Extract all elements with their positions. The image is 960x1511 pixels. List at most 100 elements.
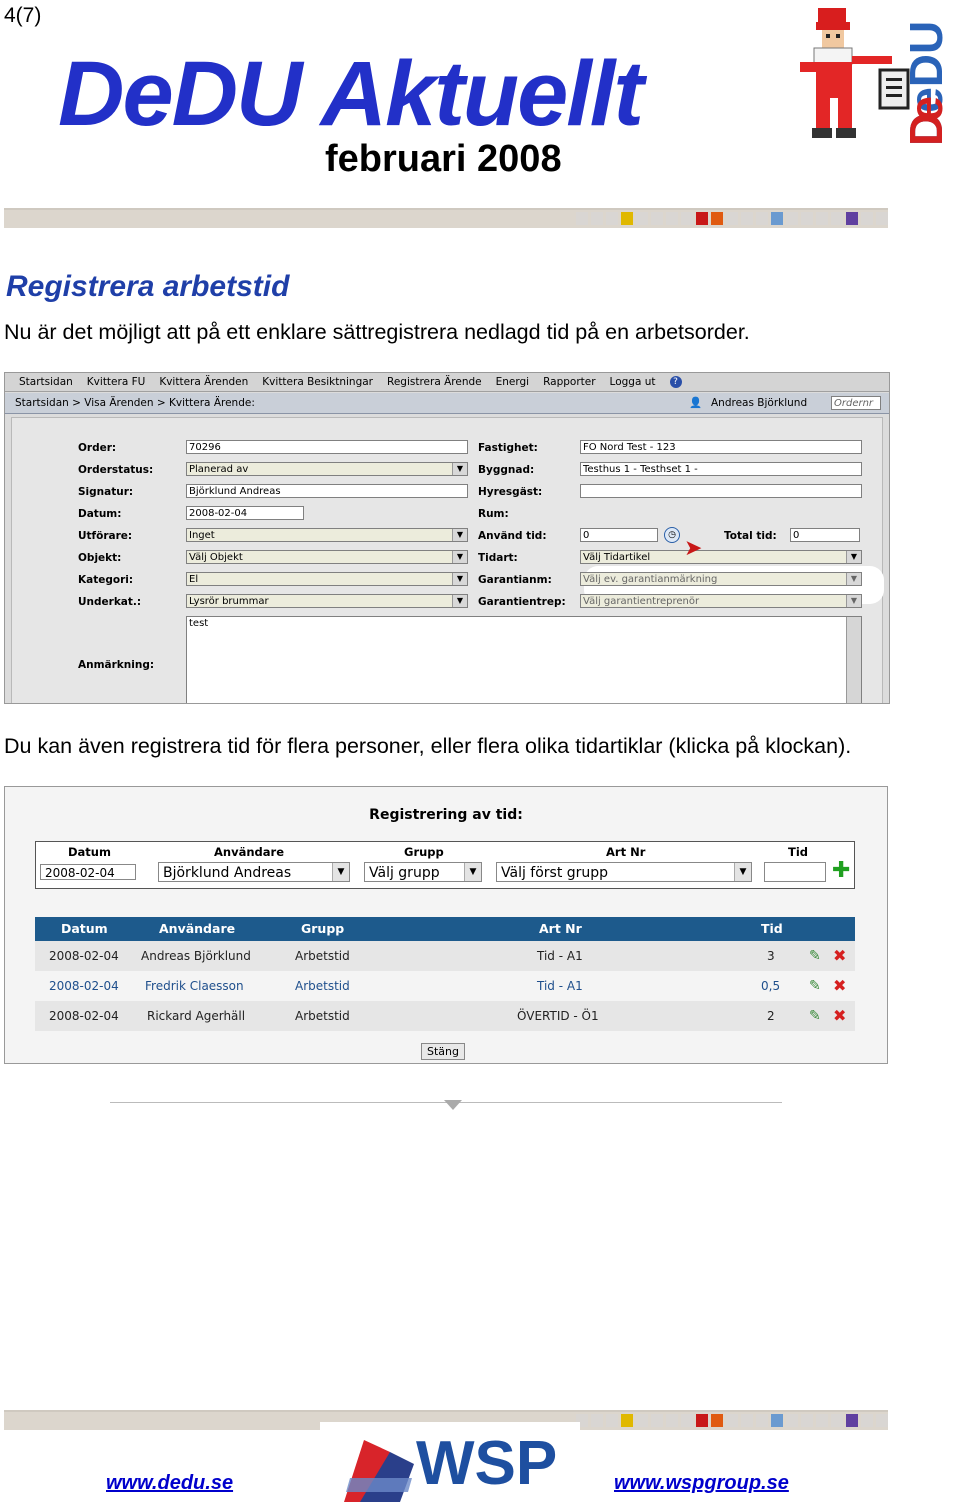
second-paragraph: Du kan även registrera tid för flera per… [4,734,852,758]
issue-date: februari 2008 [325,138,562,180]
kategori-select[interactable]: El ▼ [186,572,468,586]
artnr-value: Välj först grupp [501,865,609,881]
header-anvandare: Användare [214,845,284,859]
chevron-down-icon: ▼ [452,595,467,607]
kategori-value: El [189,574,199,585]
hyresgast-label: Hyresgäst: [478,486,543,498]
utforare-value: Inget [189,530,215,541]
datum-input[interactable]: 2008-02-04 [40,864,136,880]
underkat-select[interactable]: Lysrör brummar ▼ [186,594,468,608]
total-tid-field[interactable]: 0 [790,528,860,542]
hyresgast-field[interactable] [580,484,862,498]
delete-icon[interactable]: ✖ [833,971,846,1001]
objekt-label: Objekt: [78,552,122,564]
breadcrumb-text: Startsidan > Visa Ärenden > Kvittera Äre… [15,397,255,409]
menu-energi[interactable]: Energi [496,376,529,388]
grupp-value: Välj grupp [369,865,440,881]
objekt-value: Välj Objekt [189,552,243,563]
grupp-select[interactable]: Välj grupp ▼ [364,862,482,882]
orderstatus-label: Orderstatus: [78,464,154,476]
user-icon: 👤 [689,397,703,409]
total-tid-label: Total tid: [724,530,777,542]
garantientrep-label: Garantientrep: [478,596,566,608]
anmarkning-value: test [189,618,209,629]
divider-marker [444,1100,462,1110]
menu-kvittera-arenden[interactable]: Kvittera Ärenden [159,376,248,388]
fastighet-label: Fastighet: [478,442,538,454]
kvittera-arende-screenshot: Startsidan Kvittera FU Kvittera Ärenden … [4,372,890,704]
col-tid: Tid [761,921,783,936]
add-icon[interactable]: ✚ [832,860,850,882]
chevron-down-icon: ▼ [846,595,861,607]
rum-label: Rum: [478,508,509,520]
cursor-icon: ➤ [684,536,703,561]
menu-kvittera-fu[interactable]: Kvittera FU [87,376,146,388]
chevron-down-icon: ▼ [846,573,861,585]
anvand-tid-field[interactable]: 0 [580,528,658,542]
user-name: Andreas Björklund [711,397,808,409]
wsp-logo-text: WSP [416,1429,557,1498]
objekt-select[interactable]: Välj Objekt ▼ [186,550,468,564]
anvand-tid-label: Använd tid: [478,530,547,542]
delete-icon[interactable]: ✖ [833,941,846,971]
order-form: Order: 70296 Orderstatus: Planerad av ▼ S… [11,417,884,703]
menu-registrera-arende[interactable]: Registrera Ärende [387,376,482,388]
row-datum: 2008-02-04 [49,949,119,963]
row-artnr: Tid - A1 [537,949,583,963]
utforare-select[interactable]: Inget ▼ [186,528,468,542]
row-grupp: Arbetstid [295,979,350,993]
clock-icon[interactable]: ◷ [664,527,680,543]
byggnad-field[interactable]: Testhus 1 - Testhset 1 - [580,462,862,476]
delete-icon[interactable]: ✖ [833,1001,846,1031]
edit-icon[interactable]: ✎ [809,971,821,1001]
dedu-logo: DeDU De [790,6,952,148]
table-row: 2008-02-04 Andreas Björklund Arbetstid T… [35,941,855,971]
dialog-title: Registrering av tid: [369,807,523,823]
row-artnr: ÖVERTID - Ö1 [517,1009,599,1023]
menu-logga-ut[interactable]: Logga ut [610,376,656,388]
tid-input[interactable] [764,862,826,882]
intro-paragraph: Nu är det möjligt att på ett enklare sät… [4,320,750,344]
garantientrep-select[interactable]: Välj garantientreprenör ▼ [580,594,862,608]
chevron-down-icon: ▼ [452,573,467,585]
scrollbar[interactable] [846,617,861,703]
chevron-down-icon: ▼ [452,529,467,541]
dedu-link[interactable]: www.dedu.se [106,1472,233,1495]
header-tid: Tid [788,845,809,859]
masthead-dedu: DeDU [58,43,302,145]
ordernr-input[interactable]: Ordernr [831,396,881,410]
garantianm-select[interactable]: Välj ev. garantianmärkning ▼ [580,572,862,586]
tidart-select[interactable]: Välj Tidartikel ▼ [580,550,862,564]
help-icon[interactable]: ? [669,376,682,388]
menu-startsidan[interactable]: Startsidan [19,376,73,388]
fastighet-field[interactable]: FO Nord Test - 123 [580,440,862,454]
registration-form: Datum Användare Grupp Art Nr Tid 2008-02… [35,841,855,889]
datum-field[interactable]: 2008-02-04 [186,506,304,520]
anmarkning-textarea[interactable]: test [186,616,862,703]
registrering-av-tid-screenshot: Registrering av tid: Datum Användare Gru… [4,786,888,1064]
menu-rapporter[interactable]: Rapporter [543,376,595,388]
artnr-select[interactable]: Välj först grupp ▼ [496,862,752,882]
edit-icon[interactable]: ✎ [809,1001,821,1031]
row-grupp: Arbetstid [295,1009,350,1023]
edit-icon[interactable]: ✎ [809,941,821,971]
anvandare-select[interactable]: Björklund Andreas ▼ [158,862,350,882]
menu-kvittera-besiktningar[interactable]: Kvittera Besiktningar [262,376,373,388]
row-datum: 2008-02-04 [49,979,119,993]
signatur-field[interactable]: Björklund Andreas [186,484,468,498]
col-datum: Datum [61,921,108,936]
wsp-logo: WSP [320,1422,580,1506]
col-anvandare: Användare [159,921,236,936]
wsp-link[interactable]: www.wspgroup.se [614,1472,789,1495]
orderstatus-select[interactable]: Planerad av ▼ [186,462,468,476]
masthead-title: DeDU Aktuellt [58,48,644,140]
chevron-down-icon: ▼ [452,551,467,563]
underkat-label: Underkat.: [78,596,142,608]
breadcrumb: Startsidan > Visa Ärenden > Kvittera Äre… [5,393,889,414]
col-artnr: Art Nr [539,921,582,936]
close-button[interactable]: Stäng [421,1043,465,1060]
time-table: Datum Användare Grupp Art Nr Tid 2008-02… [35,917,855,1031]
header-grupp: Grupp [404,845,444,859]
order-field[interactable]: 70296 [186,440,468,454]
masthead-aktuellt: Aktuellt [320,43,644,145]
